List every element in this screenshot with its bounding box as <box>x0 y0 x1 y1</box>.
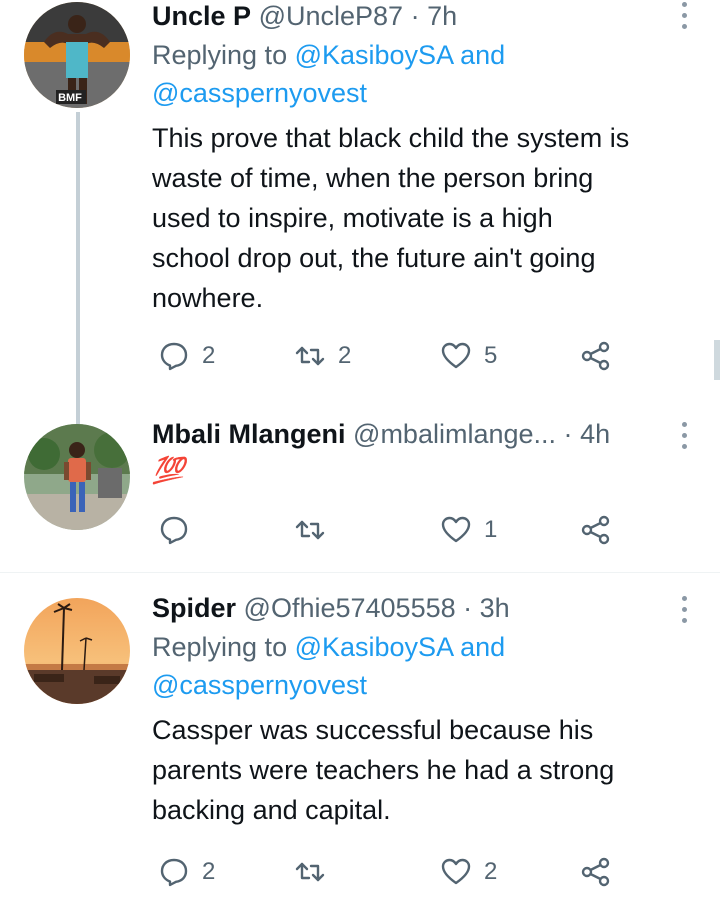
mention-kasiboysa[interactable]: @KasiboySA <box>295 632 453 662</box>
author-name[interactable]: Uncle P <box>152 1 251 31</box>
tweet-text-line: Cassper was successful because his <box>152 715 594 745</box>
like-count: 1 <box>484 516 498 543</box>
like-button[interactable]: 1 <box>440 514 497 546</box>
tweet-time[interactable]: 4h <box>580 419 610 449</box>
tweet-text: Cassper was successful because his paren… <box>152 710 680 830</box>
tweet-header: Spider @Ofhie57405558 · 3h <box>152 592 680 624</box>
retweet-button[interactable] <box>294 856 338 888</box>
reply-count: 2 <box>202 858 216 885</box>
replying-and[interactable]: and <box>453 40 505 70</box>
tweet-text-line: parents were teachers he had a strong <box>152 755 615 785</box>
more-dot <box>681 2 687 7</box>
tweet-spider[interactable]: Spider @Ofhie57405558 · 3h Replying to @… <box>0 592 720 908</box>
tweet-text: This prove that black child the system i… <box>152 118 680 318</box>
retweet-button[interactable]: 2 <box>294 340 351 372</box>
tweet-time[interactable]: 3h <box>480 593 510 623</box>
separator-dot: · <box>410 1 420 31</box>
author-name[interactable]: Mbali Mlangeni <box>152 419 346 449</box>
share-button[interactable] <box>580 856 612 888</box>
more-dot <box>681 422 687 427</box>
tweet-divider <box>0 572 720 573</box>
reply-button[interactable]: 2 <box>158 340 215 372</box>
mention-casspernyovest[interactable]: @casspernyovest <box>152 670 367 700</box>
retweet-count: 2 <box>338 342 352 369</box>
tweet-content: Mbali Mlangeni @mbalimlange... · 4h 💯 <box>152 418 680 490</box>
tweet-header: Mbali Mlangeni @mbalimlange... · 4h <box>152 418 680 450</box>
tweet-uncle-p[interactable]: BMF Uncle P @UncleP87 · 7h Replying to @… <box>0 0 720 400</box>
more-options-button[interactable] <box>680 596 688 623</box>
share-button[interactable] <box>580 514 612 546</box>
reply-button[interactable] <box>158 514 202 546</box>
more-dot <box>681 596 687 601</box>
tweet-text-line: nowhere. <box>152 283 264 313</box>
replying-to: Replying to @KasiboySA and @casspernyove… <box>152 36 680 112</box>
like-button[interactable]: 2 <box>440 856 497 888</box>
like-count: 2 <box>484 858 498 885</box>
tweet-text: 💯 <box>152 455 185 485</box>
tweet-text-line: This prove that black child the system i… <box>152 123 630 153</box>
author-handle[interactable]: @mbalimlange... <box>353 419 556 449</box>
retweet-icon <box>295 346 325 366</box>
tweet-text-line: backing and capital. <box>152 795 391 825</box>
more-dot <box>681 618 687 623</box>
reply-count: 2 <box>202 342 216 369</box>
replying-prefix: Replying to <box>152 40 295 70</box>
author-handle[interactable]: @Ofhie57405558 <box>244 593 456 623</box>
like-count: 5 <box>484 342 498 369</box>
mention-kasiboysa[interactable]: @KasiboySA <box>295 40 453 70</box>
tweet-text-line: used to inspire, motivate is a high <box>152 203 553 233</box>
more-dot <box>681 13 687 18</box>
retweet-icon <box>295 520 325 540</box>
replying-prefix: Replying to <box>152 632 295 662</box>
tweet-mbali-mlangeni[interactable]: Mbali Mlangeni @mbalimlange... · 4h 💯 1 <box>0 418 720 568</box>
reply-icon <box>160 858 188 887</box>
replying-and[interactable]: and <box>453 632 505 662</box>
separator-dot: · <box>563 419 573 449</box>
tweet-actions: 2 2 5 <box>152 340 632 380</box>
avatar-logo-text: BMF <box>58 92 82 104</box>
more-dot <box>681 607 687 612</box>
replying-to: Replying to @KasiboySA and @casspernyove… <box>152 628 680 704</box>
share-button[interactable] <box>580 340 612 372</box>
like-button[interactable]: 5 <box>440 340 497 372</box>
share-icon <box>581 515 610 545</box>
tweet-header: Uncle P @UncleP87 · 7h <box>152 0 680 32</box>
tweet-text-line: waste of time, when the person bring <box>152 163 594 193</box>
separator-dot: · <box>463 593 473 623</box>
heart-icon <box>441 342 471 369</box>
more-dot <box>681 444 687 449</box>
avatar-uncle-p[interactable]: BMF <box>24 2 130 108</box>
more-options-button[interactable] <box>680 2 688 29</box>
share-icon <box>581 857 610 887</box>
retweet-icon <box>295 862 325 882</box>
share-icon <box>581 341 610 371</box>
more-dot <box>681 24 687 29</box>
reply-icon <box>160 516 188 545</box>
tweet-content: Uncle P @UncleP87 · 7h Replying to @Kasi… <box>152 0 680 318</box>
retweet-button[interactable] <box>294 514 338 546</box>
author-name[interactable]: Spider <box>152 593 236 623</box>
tweet-time[interactable]: 7h <box>427 1 457 31</box>
tweet-actions: 1 <box>152 514 632 554</box>
scrollbar-thumb[interactable] <box>714 340 720 380</box>
mention-casspernyovest[interactable]: @casspernyovest <box>152 78 367 108</box>
heart-icon <box>441 516 471 543</box>
reply-button[interactable]: 2 <box>158 856 215 888</box>
tweet-content: Spider @Ofhie57405558 · 3h Replying to @… <box>152 592 680 830</box>
more-options-button[interactable] <box>680 422 688 449</box>
author-handle[interactable]: @UncleP87 <box>259 1 403 31</box>
tweet-actions: 2 2 <box>152 856 632 896</box>
more-dot <box>681 433 687 438</box>
reply-icon <box>160 342 188 371</box>
avatar-mbali-mlangeni[interactable] <box>24 424 130 530</box>
heart-icon <box>441 858 471 885</box>
avatar-spider[interactable] <box>24 598 130 704</box>
tweet-text-line: school drop out, the future ain't going <box>152 243 596 273</box>
